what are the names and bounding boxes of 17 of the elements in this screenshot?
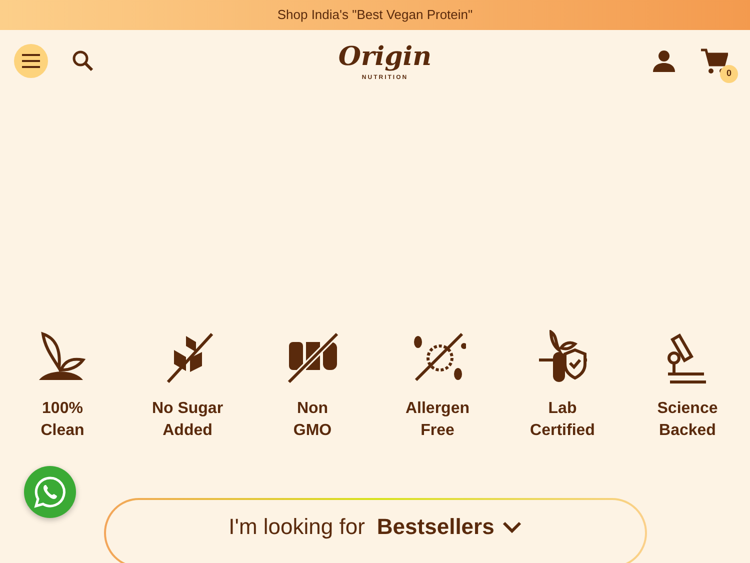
account-icon[interactable]: [652, 48, 676, 74]
cart-count-badge: 0: [720, 65, 738, 83]
feature-label: Allergen Free: [405, 399, 470, 441]
feature-label: Non GMO: [293, 399, 332, 441]
feature-label: 100% Clean: [40, 399, 84, 441]
search-button[interactable]: [72, 49, 94, 73]
announcement-text: Shop India's "Best Vegan Protein": [277, 6, 473, 24]
feature-label: No Sugar Added: [152, 399, 224, 441]
feature-label: Science Backed: [657, 399, 718, 441]
menu-button[interactable]: [14, 44, 48, 78]
chevron-down-icon: [502, 520, 522, 534]
menu-icon: [22, 54, 40, 68]
whatsapp-button[interactable]: [24, 466, 76, 518]
cart-icon[interactable]: [700, 47, 728, 75]
category-dropdown[interactable]: I'm looking for Bestsellers: [104, 498, 647, 563]
feature-label: Lab Certified: [530, 399, 595, 441]
whatsapp-icon: [33, 475, 67, 509]
